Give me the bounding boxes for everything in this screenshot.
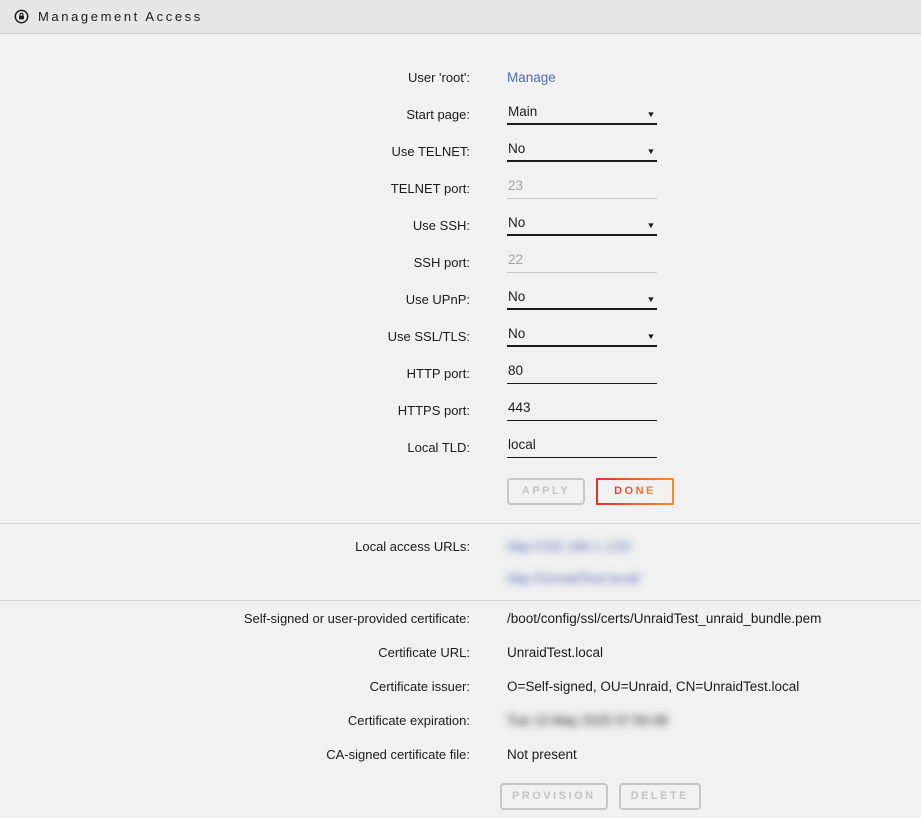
local-access-row: http://UnraidTest.local/	[0, 562, 921, 594]
certificate-buttons: PROVISION DELETE	[500, 783, 921, 810]
form-row-use-telnet: Use TELNET: No ▼	[0, 133, 921, 170]
cert-issuer-label: Certificate issuer:	[0, 679, 470, 694]
chevron-down-icon: ▼	[646, 296, 655, 304]
delete-button[interactable]: DELETE	[619, 783, 701, 810]
form-row-user-root: User 'root': Manage	[0, 59, 921, 96]
ca-file-value: Not present	[507, 747, 577, 762]
cert-url-value: UnraidTest.local	[507, 645, 603, 660]
provision-button[interactable]: PROVISION	[500, 783, 608, 810]
cert-issuer-value: O=Self-signed, OU=Unraid, CN=UnraidTest.…	[507, 679, 799, 694]
local-access-row: Local access URLs: http://192.168.1.123/	[0, 530, 921, 562]
manage-link[interactable]: Manage	[507, 70, 556, 85]
use-ssl-select[interactable]: No ▼	[507, 326, 657, 347]
https-port-label: HTTPS port:	[0, 403, 470, 418]
chevron-down-icon: ▼	[646, 111, 655, 119]
local-tld-label: Local TLD:	[0, 440, 470, 455]
local-tld-input[interactable]	[507, 437, 657, 458]
use-ssl-label: Use SSL/TLS:	[0, 329, 470, 344]
form-row-use-ssh: Use SSH: No ▼	[0, 207, 921, 244]
form-row-telnet-port: TELNET port:	[0, 170, 921, 207]
form-buttons: APPLY DONE	[507, 478, 921, 505]
use-upnp-label: Use UPnP:	[0, 292, 470, 307]
lock-circle-icon	[14, 9, 29, 24]
start-page-label: Start page:	[0, 107, 470, 122]
user-root-label: User 'root':	[0, 70, 470, 85]
cert-bundle-value: /boot/config/ssl/certs/UnraidTest_unraid…	[507, 611, 821, 626]
form-row-use-ssl: Use SSL/TLS: No ▼	[0, 318, 921, 355]
use-telnet-label: Use TELNET:	[0, 144, 470, 159]
use-upnp-select[interactable]: No ▼	[507, 289, 657, 310]
local-access-label: Local access URLs:	[0, 539, 470, 554]
done-button[interactable]: DONE	[596, 478, 674, 505]
titlebar: Management Access	[0, 0, 921, 34]
form-row-local-tld: Local TLD:	[0, 429, 921, 466]
local-access-url-1[interactable]: http://192.168.1.123/	[507, 539, 631, 554]
ssh-port-label: SSH port:	[0, 255, 470, 270]
ssh-port-input	[507, 252, 657, 273]
certificate-section: Self-signed or user-provided certificate…	[0, 601, 921, 810]
apply-button[interactable]: APPLY	[507, 478, 585, 505]
chevron-down-icon: ▼	[646, 148, 655, 156]
use-ssh-select[interactable]: No ▼	[507, 215, 657, 236]
cert-bundle-label: Self-signed or user-provided certificate…	[0, 611, 470, 626]
use-ssh-label: Use SSH:	[0, 218, 470, 233]
chevron-down-icon: ▼	[646, 222, 655, 230]
local-access-url-2[interactable]: http://UnraidTest.local/	[507, 571, 641, 586]
telnet-port-input	[507, 178, 657, 199]
telnet-port-label: TELNET port:	[0, 181, 470, 196]
cert-row-ca-file: CA-signed certificate file: Not present	[0, 737, 921, 771]
local-access-section: Local access URLs: http://192.168.1.123/…	[0, 523, 921, 601]
form-row-http-port: HTTP port:	[0, 355, 921, 392]
start-page-select[interactable]: Main ▼	[507, 104, 657, 125]
management-access-form: User 'root': Manage Start page: Main ▼ U…	[0, 34, 921, 505]
cert-url-label: Certificate URL:	[0, 645, 470, 660]
cert-row-bundle: Self-signed or user-provided certificate…	[0, 601, 921, 635]
https-port-input[interactable]	[507, 400, 657, 421]
cert-expiration-label: Certificate expiration:	[0, 713, 470, 728]
form-row-start-page: Start page: Main ▼	[0, 96, 921, 133]
ca-file-label: CA-signed certificate file:	[0, 747, 470, 762]
http-port-label: HTTP port:	[0, 366, 470, 381]
form-row-https-port: HTTPS port:	[0, 392, 921, 429]
form-row-ssh-port: SSH port:	[0, 244, 921, 281]
use-telnet-select[interactable]: No ▼	[507, 141, 657, 162]
cert-row-expiration: Certificate expiration: Tue 13 May 2025 …	[0, 703, 921, 737]
chevron-down-icon: ▼	[646, 333, 655, 341]
page-title: Management Access	[38, 9, 203, 24]
cert-row-url: Certificate URL: UnraidTest.local	[0, 635, 921, 669]
http-port-input[interactable]	[507, 363, 657, 384]
cert-expiration-value: Tue 13 May 2025 07:50:48	[507, 713, 668, 728]
cert-row-issuer: Certificate issuer: O=Self-signed, OU=Un…	[0, 669, 921, 703]
form-row-use-upnp: Use UPnP: No ▼	[0, 281, 921, 318]
